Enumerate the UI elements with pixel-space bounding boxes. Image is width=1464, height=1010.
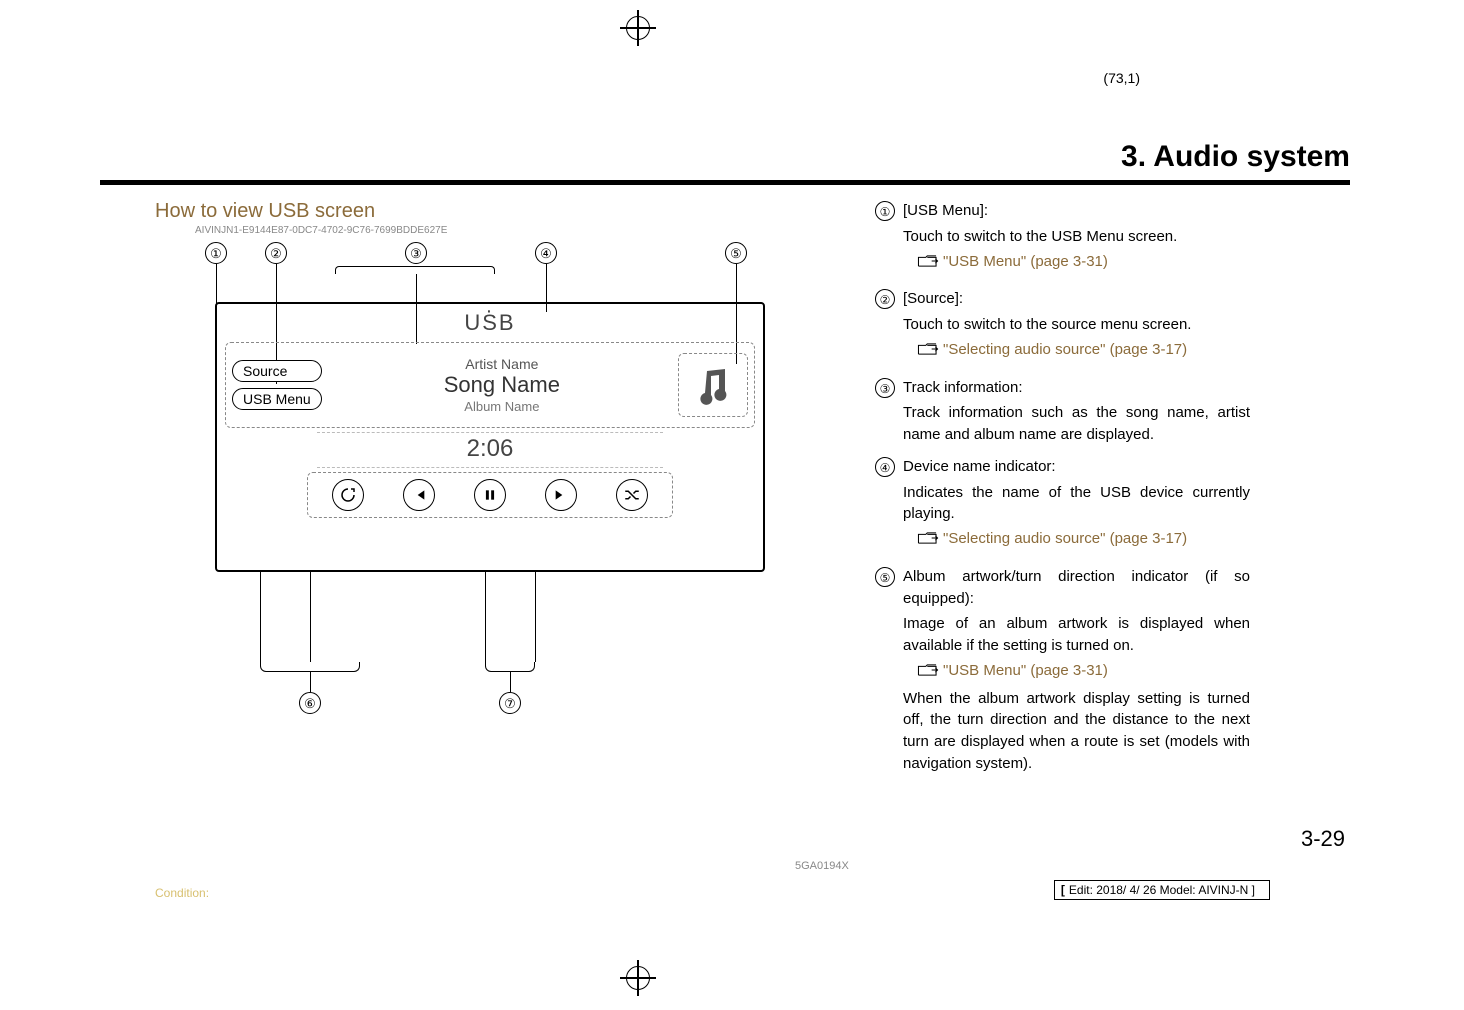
previous-track-button[interactable] (403, 479, 435, 511)
callout-brace (260, 662, 360, 672)
bottom-callouts: ⑥ ⑦ (215, 582, 765, 722)
item-number: ② (875, 289, 895, 309)
callout-4: ④ (535, 242, 557, 264)
right-column: ① [USB Menu]: Touch to switch to the USB… (875, 200, 1250, 785)
cross-reference: "USB Menu" (page 3-31) (917, 660, 1250, 682)
item-label: Track information: (903, 377, 1250, 399)
item-number: ④ (875, 457, 895, 477)
leader-line (485, 572, 486, 662)
list-item: ⑤ Album artwork/turn direction indicator… (875, 566, 1250, 775)
list-item: ③ Track information: Track information s… (875, 377, 1250, 446)
leader-line (510, 672, 511, 692)
item-text-continued: When the album artwork display setting i… (903, 688, 1250, 775)
item-number: ① (875, 201, 895, 221)
item-text: Touch to switch to the source menu scree… (903, 314, 1250, 336)
usb-screen-diagram: ① ② ③ ④ ⑤ USB Source USB Menu Art (205, 242, 775, 722)
track-text: Artist Name Song Name Album Name (332, 356, 672, 415)
left-column: How to view USB screen AIVINJN1-E9144E87… (155, 200, 855, 722)
album-name: Album Name (332, 399, 672, 415)
callout-7: ⑦ (499, 692, 521, 714)
reference-icon (917, 531, 939, 545)
leader-line (535, 572, 536, 662)
leader-line (260, 572, 261, 662)
item-text: Track information such as the song name,… (903, 402, 1250, 446)
edit-info: [Edit: 2018/ 4/ 26 Model: AIVINJ-N ] (1054, 880, 1270, 900)
item-label: Album artwork/turn direction indicator (… (903, 566, 1250, 610)
reference-text: "Selecting audio source" (page 3-17) (943, 528, 1187, 550)
shuffle-button[interactable] (616, 479, 648, 511)
title-rule (100, 180, 1350, 185)
play-time: 2:06 (317, 432, 663, 468)
track-info-area: Source USB Menu Artist Name Song Name Al… (225, 342, 755, 428)
artist-name: Artist Name (332, 356, 672, 373)
cross-reference: "Selecting audio source" (page 3-17) (917, 339, 1250, 361)
section-reference-code: AIVINJN1-E9144E87-0DC7-4702-9C76-7699BDD… (195, 225, 855, 236)
item-label: [USB Menu]: (903, 200, 1250, 222)
device-name-indicator: USB (217, 304, 763, 338)
page-content: (73,1) 3. Audio system How to view USB s… (100, 60, 1370, 930)
playback-controls (307, 472, 673, 518)
reference-text: "USB Menu" (page 3-31) (943, 251, 1108, 273)
reference-text: "USB Menu" (page 3-31) (943, 660, 1108, 682)
figure-code: 5GA0194X (795, 860, 849, 872)
next-track-button[interactable] (545, 479, 577, 511)
cross-reference: "Selecting audio source" (page 3-17) (917, 528, 1250, 550)
callout-5: ⑤ (725, 242, 747, 264)
repeat-button[interactable] (332, 479, 364, 511)
reference-icon (917, 254, 939, 268)
list-item: ① [USB Menu]: Touch to switch to the USB… (875, 200, 1250, 278)
cross-reference: "USB Menu" (page 3-31) (917, 251, 1250, 273)
list-item: ② [Source]: Touch to switch to the sourc… (875, 288, 1250, 366)
reference-icon (917, 663, 939, 677)
page-number: 3-29 (1301, 826, 1345, 852)
song-name: Song Name (332, 372, 672, 398)
item-number: ⑤ (875, 567, 895, 587)
condition-label: Condition: (155, 886, 209, 900)
callout-brace (335, 266, 495, 274)
reference-icon (917, 342, 939, 356)
list-item: ④ Device name indicator: Indicates the n… (875, 456, 1250, 556)
registration-mark-top (620, 10, 656, 46)
pause-button[interactable] (474, 479, 506, 511)
leader-line (310, 672, 311, 692)
item-number: ③ (875, 378, 895, 398)
chapter-title: 3. Audio system (1121, 140, 1350, 174)
source-button[interactable]: Source (232, 360, 322, 382)
section-heading: How to view USB screen (155, 200, 855, 223)
reference-text: "Selecting audio source" (page 3-17) (943, 339, 1187, 361)
item-label: Device name indicator: (903, 456, 1250, 478)
sheet-reference: (73,1) (1103, 70, 1140, 86)
callout-2: ② (265, 242, 287, 264)
usb-menu-button[interactable]: USB Menu (232, 388, 322, 410)
item-text: Touch to switch to the USB Menu screen. (903, 226, 1250, 248)
music-note-icon (693, 365, 733, 405)
item-text: Image of an album artwork is displayed w… (903, 613, 1250, 657)
registration-mark-bottom (620, 960, 656, 996)
leader-line (310, 572, 311, 662)
screen-frame: USB Source USB Menu Artist Name Song Nam… (215, 302, 765, 572)
callout-1: ① (205, 242, 227, 264)
callout-brace (485, 662, 535, 672)
album-artwork-box (678, 353, 748, 417)
callout-3: ③ (405, 242, 427, 264)
item-label: [Source]: (903, 288, 1250, 310)
callout-6: ⑥ (299, 692, 321, 714)
item-text: Indicates the name of the USB device cur… (903, 482, 1250, 526)
